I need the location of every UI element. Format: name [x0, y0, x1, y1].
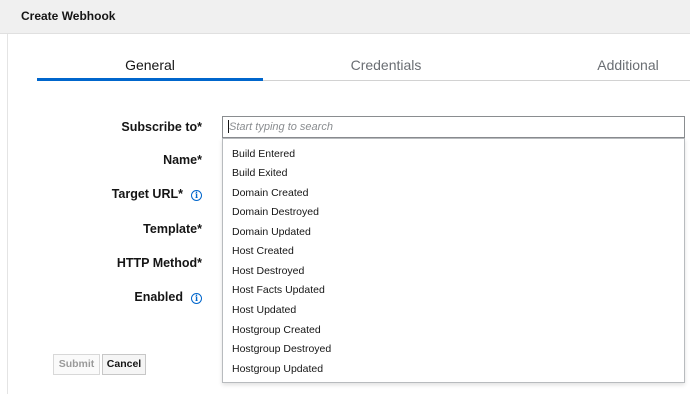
subscribe-to-label: Subscribe to*: [121, 120, 202, 134]
tab-general[interactable]: General: [37, 57, 263, 73]
modal-title: Create Webhook: [21, 9, 116, 23]
dropdown-option-host-facts-updated[interactable]: Host Facts Updated: [232, 284, 325, 296]
dropdown-option-host-created[interactable]: Host Created: [232, 245, 294, 257]
dropdown-option-domain-created[interactable]: Domain Created: [232, 187, 308, 199]
text-caret: [228, 120, 229, 133]
subscribe-to-dropdown-menu: Build Entered Build Exited Domain Create…: [222, 138, 685, 383]
dropdown-option-hostgroup-created[interactable]: Hostgroup Created: [232, 324, 321, 336]
dropdown-option-domain-destroyed[interactable]: Domain Destroyed: [232, 206, 319, 218]
template-label: Template*: [143, 222, 202, 236]
info-circle-icon[interactable]: i: [191, 190, 202, 201]
modal-header: Create Webhook: [0, 0, 690, 34]
dropdown-option-host-destroyed[interactable]: Host Destroyed: [232, 265, 304, 277]
create-webhook-modal: Create Webhook General Credentials Addit…: [0, 0, 690, 394]
subscribe-to-search-input[interactable]: [222, 116, 685, 138]
dropdown-option-hostgroup-updated[interactable]: Hostgroup Updated: [232, 363, 323, 375]
info-circle-icon[interactable]: i: [191, 293, 202, 304]
http-method-label: HTTP Method*: [116, 256, 202, 270]
name-label: Name*: [163, 153, 202, 167]
left-divider: [7, 34, 8, 394]
tab-additional[interactable]: Additional: [560, 57, 690, 73]
tab-credentials[interactable]: Credentials: [300, 57, 472, 73]
dropdown-option-host-updated[interactable]: Host Updated: [232, 304, 296, 316]
enabled-label: Enabled: [134, 290, 183, 304]
submit-button[interactable]: Submit: [53, 354, 100, 375]
dropdown-option-hostgroup-destroyed[interactable]: Hostgroup Destroyed: [232, 343, 331, 355]
dropdown-option-domain-updated[interactable]: Domain Updated: [232, 226, 311, 238]
dropdown-option-build-exited[interactable]: Build Exited: [232, 167, 287, 179]
dropdown-option-build-entered[interactable]: Build Entered: [232, 148, 295, 160]
active-tab-indicator: [37, 78, 263, 81]
target-url-label: Target URL*: [111, 187, 183, 201]
cancel-button[interactable]: Cancel: [102, 354, 146, 375]
